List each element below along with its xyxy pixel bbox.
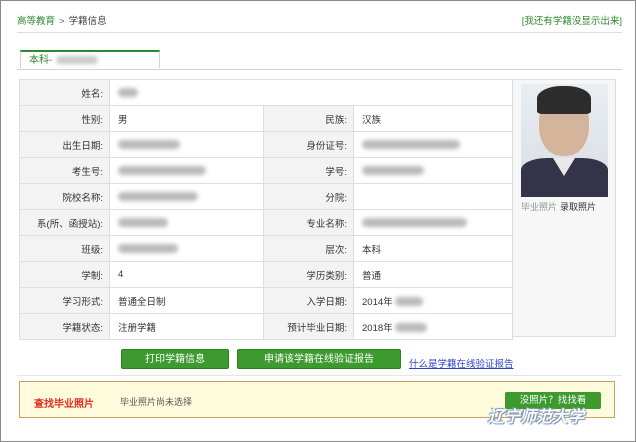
education-type-value: 普通 <box>352 261 514 288</box>
table-row: 学籍状态: 注册学籍 预计毕业日期: 2018年 <box>19 313 514 340</box>
department-label: 系(所、函授站): <box>19 209 110 236</box>
student-photo <box>521 84 608 197</box>
candidate-number-label: 考生号: <box>19 157 110 184</box>
school-name-label: 院校名称: <box>19 183 110 210</box>
missing-record-link[interactable]: [我还有学籍没显示出来] <box>522 13 622 27</box>
name-value <box>108 79 514 106</box>
table-row: 性别: 男 民族: 汉族 <box>19 105 514 132</box>
major-label: 专业名称: <box>263 209 354 236</box>
breadcrumb-home-link[interactable]: 高等教育 <box>17 16 55 27</box>
redacted-candidate-number <box>118 165 206 175</box>
redacted-name <box>118 87 138 97</box>
table-row: 院校名称: 分院: <box>19 183 514 210</box>
ethnicity-value: 汉族 <box>352 105 514 132</box>
student-info-table: 姓名: 性别: 男 民族: 汉族 出生日期: 身份证号: 考生号: 学号: 院校… <box>19 79 514 340</box>
duration-value: 4 <box>109 261 264 288</box>
expected-graduation-value: 2018年 <box>362 322 393 334</box>
gender-label: 性别: <box>19 105 110 132</box>
ethnicity-label: 民族: <box>263 105 354 132</box>
redacted-class <box>118 243 178 253</box>
redacted-graduation-month <box>394 323 427 333</box>
table-row: 出生日期: 身份证号: <box>19 131 514 158</box>
breadcrumb-current: 学籍信息 <box>68 16 107 27</box>
expected-graduation-label: 预计毕业日期: <box>263 313 354 340</box>
photo-hair <box>537 86 591 114</box>
graduation-photo-link[interactable]: 毕业照片 <box>521 202 557 212</box>
level-label: 层次: <box>263 235 354 262</box>
enrollment-date-label: 入学日期: <box>263 287 354 314</box>
branch-value <box>352 183 514 210</box>
photo-panel: 毕业照片 录取照片 <box>512 79 616 337</box>
breadcrumb-separator: > <box>59 16 65 27</box>
photo-links: 毕业照片 录取照片 <box>521 200 611 213</box>
table-row: 学制: 4 学历类别: 普通 <box>19 261 514 288</box>
admission-photo-link[interactable]: 录取照片 <box>560 202 596 212</box>
study-mode-label: 学习形式: <box>19 287 110 314</box>
tab-undergraduate-label: 本科- <box>29 55 53 66</box>
status-label: 学籍状态: <box>19 313 110 340</box>
department-value <box>109 209 264 236</box>
redacted-major <box>362 217 467 227</box>
major-value <box>352 209 514 236</box>
redacted-department <box>118 217 168 227</box>
tab-undergraduate[interactable]: 本科- <box>20 50 160 68</box>
id-number-value <box>352 131 514 158</box>
level-value: 本科 <box>352 235 514 262</box>
student-id-label: 学号: <box>263 157 354 184</box>
section-divider <box>17 375 622 376</box>
redacted-tab-text <box>56 56 99 65</box>
table-row: 班级: 层次: 本科 <box>19 235 514 262</box>
print-record-button[interactable]: 打印学籍信息 <box>121 349 229 369</box>
tab-divider <box>17 69 622 70</box>
birth-date-label: 出生日期: <box>19 131 110 158</box>
redacted-school-name <box>118 191 198 201</box>
candidate-number-value <box>109 157 264 184</box>
table-row: 系(所、函授站): 专业名称: <box>19 209 514 236</box>
what-is-report-link[interactable]: 什么是学籍在线验证报告 <box>409 356 514 370</box>
class-label: 班级: <box>19 235 110 262</box>
study-mode-value: 普通全日制 <box>109 287 264 314</box>
status-value: 注册学籍 <box>109 313 264 340</box>
redacted-enrollment-month <box>394 297 423 307</box>
table-row: 学习形式: 普通全日制 入学日期: 2014年 <box>19 287 514 314</box>
name-label: 姓名: <box>19 79 110 106</box>
student-id-value <box>352 157 514 184</box>
birth-date-value <box>109 131 264 158</box>
table-row: 姓名: <box>19 79 514 106</box>
university-watermark: 辽宁师范大学 <box>488 409 585 426</box>
redacted-id-number <box>362 139 460 149</box>
education-type-label: 学历类别: <box>263 261 354 288</box>
enrollment-date-value: 2014年 <box>362 296 393 308</box>
school-name-value <box>109 183 264 210</box>
table-row: 考生号: 学号: <box>19 157 514 184</box>
apply-verification-report-button[interactable]: 申请该学籍在线验证报告 <box>237 349 401 369</box>
redacted-birth-date <box>118 139 180 149</box>
graduation-panel-message: 毕业照片尚未选择 <box>120 397 193 407</box>
enrollment-date-cell: 2014年 <box>352 287 514 314</box>
breadcrumb: 高等教育 > 学籍信息 <box>17 13 107 27</box>
class-value <box>109 235 264 262</box>
gender-value: 男 <box>109 105 264 132</box>
redacted-student-id <box>362 165 424 175</box>
graduation-panel-title: 查找毕业照片 <box>34 399 94 410</box>
header-divider <box>17 32 622 33</box>
branch-label: 分院: <box>263 183 354 210</box>
duration-label: 学制: <box>19 261 110 288</box>
id-number-label: 身份证号: <box>263 131 354 158</box>
expected-graduation-cell: 2018年 <box>352 313 514 340</box>
